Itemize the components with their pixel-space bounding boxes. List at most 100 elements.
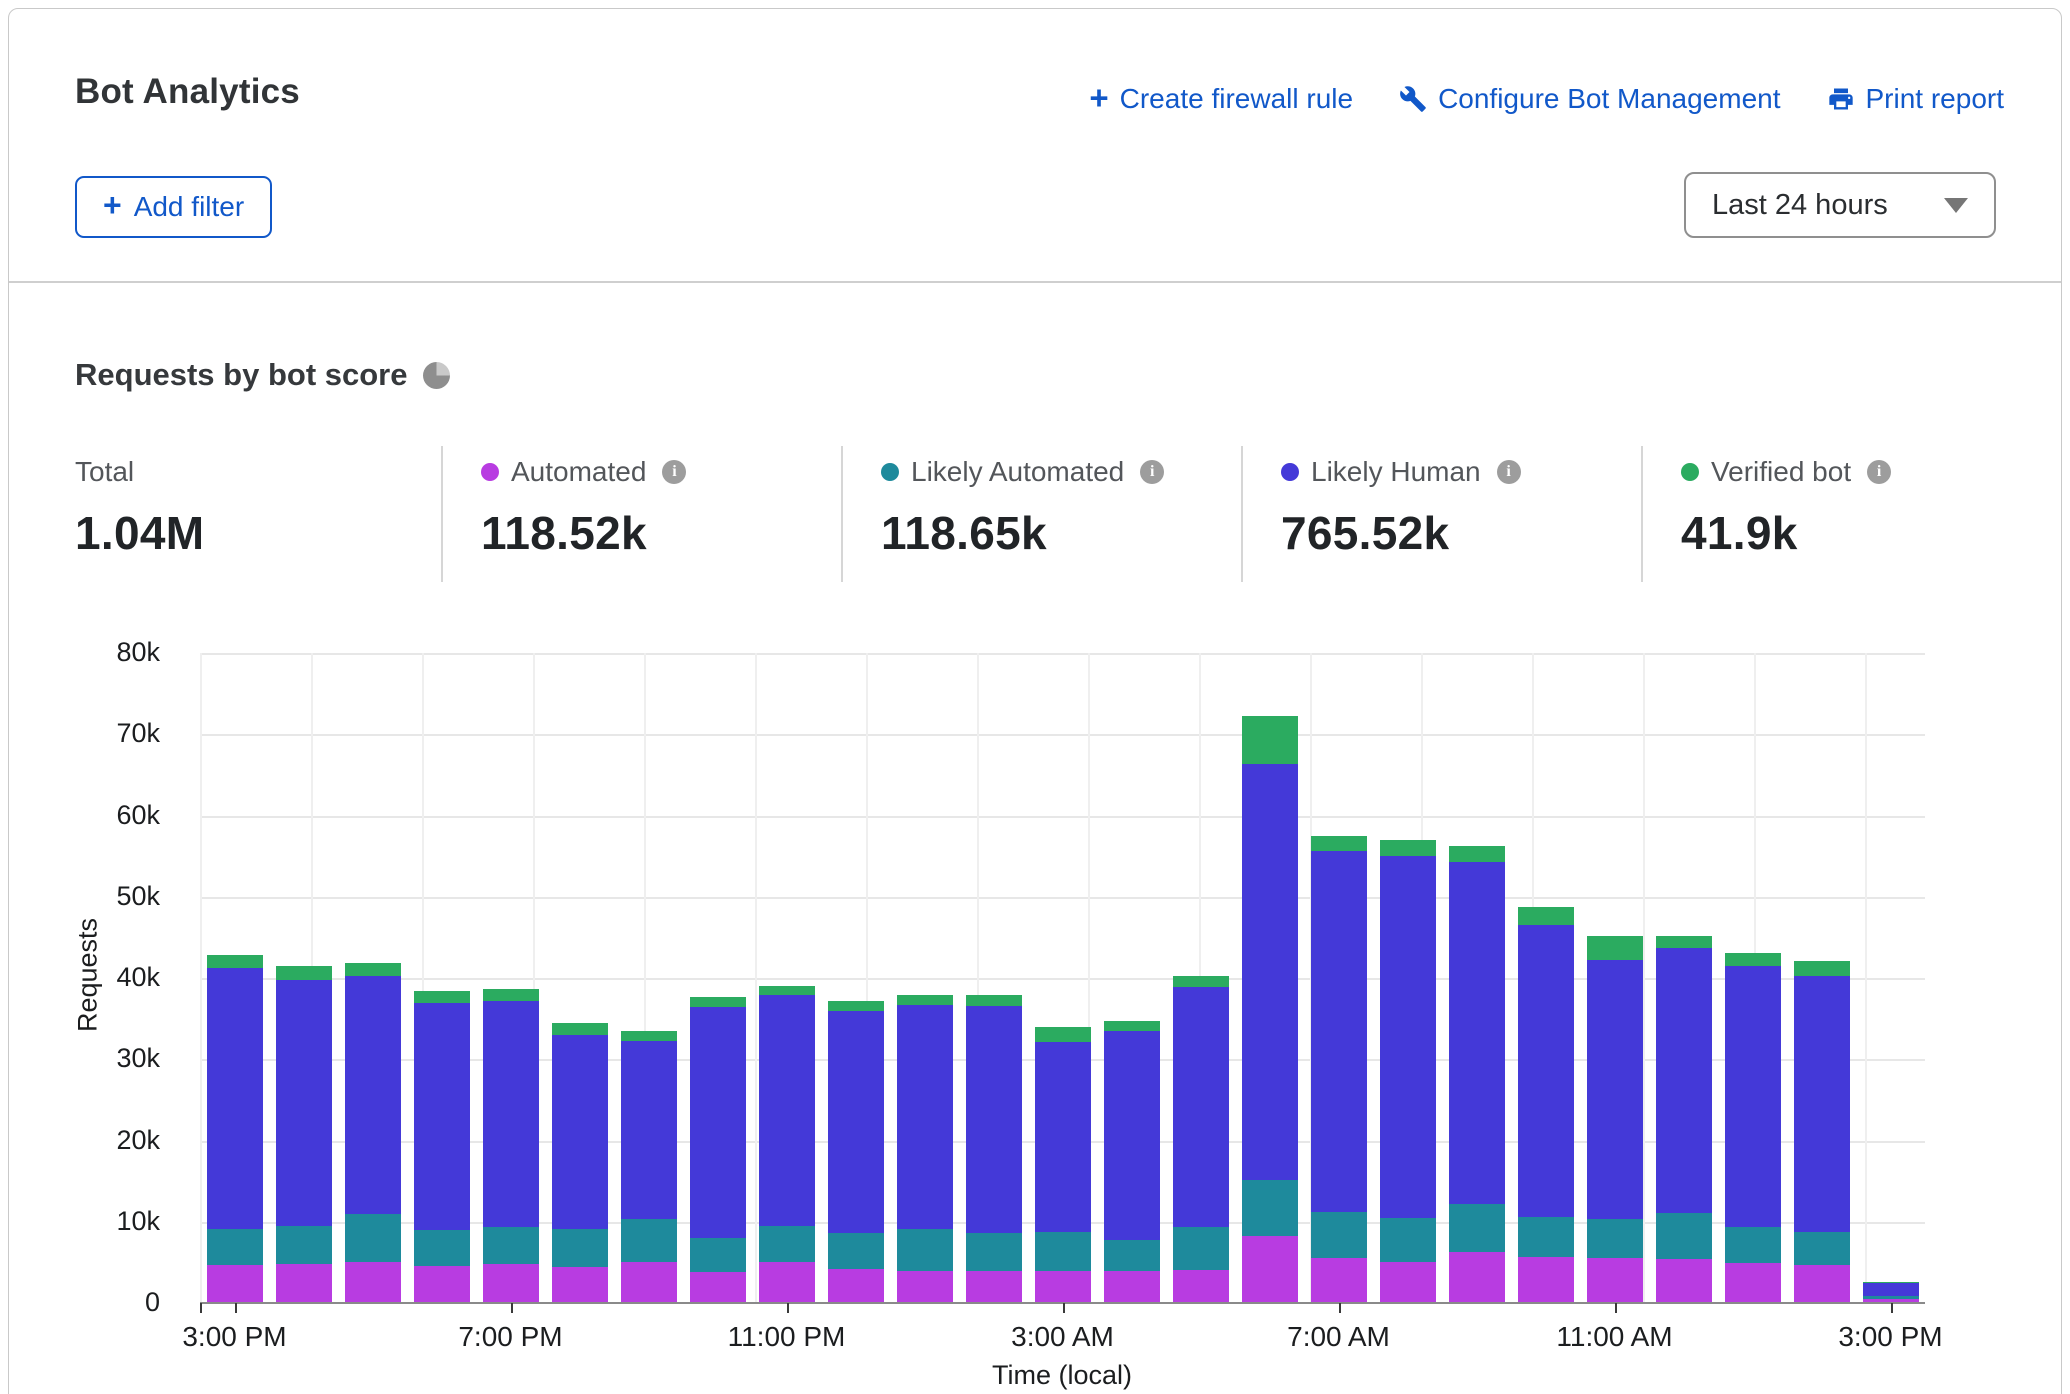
bar-slot xyxy=(545,653,614,1303)
bar-segment-likely-human xyxy=(1587,960,1643,1219)
bar-slot xyxy=(1166,653,1235,1303)
bar-segment-verified-bot xyxy=(966,995,1022,1006)
verified-bot-legend-dot xyxy=(1681,463,1699,481)
stacked-bar-8-00-pm[interactable] xyxy=(552,1023,608,1303)
stacked-bar-3-00-am[interactable] xyxy=(1035,1027,1091,1303)
stats-row: Total 1.04M Automated i 118.52k Likely A… xyxy=(75,446,2021,582)
bar-segment-likely-automated xyxy=(207,1229,263,1265)
info-icon[interactable]: i xyxy=(662,460,686,484)
bar-segment-likely-automated xyxy=(1587,1219,1643,1258)
bar-segment-automated xyxy=(1311,1258,1367,1303)
bar-segment-verified-bot xyxy=(1380,840,1436,856)
bar-slot xyxy=(1718,653,1787,1303)
bar-segment-automated xyxy=(897,1271,953,1303)
stacked-bar-4-00-pm[interactable] xyxy=(276,966,332,1303)
bar-segment-automated xyxy=(1587,1258,1643,1303)
bar-segment-likely-automated xyxy=(1380,1218,1436,1262)
stacked-bar-11-00-pm[interactable] xyxy=(759,986,815,1303)
bar-segment-verified-bot xyxy=(345,963,401,976)
stacked-bar-9-00-am[interactable] xyxy=(1449,846,1505,1303)
bar-segment-likely-automated xyxy=(1449,1204,1505,1252)
bar-segment-verified-bot xyxy=(621,1031,677,1041)
x-tick-mark xyxy=(1615,1303,1617,1313)
bar-segment-likely-human xyxy=(1242,764,1298,1180)
stacked-bar-9-00-pm[interactable] xyxy=(621,1031,677,1303)
bar-segment-verified-bot xyxy=(1035,1027,1091,1042)
time-range-select[interactable]: Last 24 hours xyxy=(1684,172,1996,238)
bar-segment-likely-human xyxy=(1725,966,1781,1228)
y-tick-label: 0 xyxy=(40,1287,160,1318)
section-title: Requests by bot score xyxy=(75,357,407,393)
x-tick-mark xyxy=(787,1303,789,1313)
bar-segment-automated xyxy=(1449,1252,1505,1303)
bar-segment-likely-human xyxy=(1173,987,1229,1228)
stacked-bar-1-00-pm[interactable] xyxy=(1725,953,1781,1303)
bar-segment-automated xyxy=(414,1266,470,1303)
stacked-bar-6-00-am[interactable] xyxy=(1242,716,1298,1303)
stacked-bar-5-00-am[interactable] xyxy=(1173,976,1229,1303)
stat-label: Likely Human xyxy=(1311,456,1481,488)
bar-segment-automated xyxy=(276,1264,332,1303)
bar-slot xyxy=(1304,653,1373,1303)
bar-segment-likely-human xyxy=(966,1006,1022,1234)
bar-segment-likely-automated xyxy=(1656,1213,1712,1259)
bar-segment-likely-human xyxy=(1380,856,1436,1218)
stacked-bar-10-00-pm[interactable] xyxy=(690,997,746,1303)
stacked-bar-6-00-pm[interactable] xyxy=(414,991,470,1303)
x-tick-mark xyxy=(235,1303,237,1313)
bar-segment-likely-automated xyxy=(552,1229,608,1267)
stacked-bar-10-00-am[interactable] xyxy=(1518,907,1574,1303)
stat-likely-human: Likely Human i 765.52k xyxy=(1241,446,1641,582)
bar-segment-likely-human xyxy=(276,980,332,1226)
add-filter-button[interactable]: + Add filter xyxy=(75,176,272,238)
stat-label: Likely Automated xyxy=(911,456,1124,488)
print-report-link[interactable]: Print report xyxy=(1827,83,2005,115)
stacked-bar-1-00-am[interactable] xyxy=(897,995,953,1303)
y-tick-label: 60k xyxy=(40,800,160,831)
create-firewall-rule-link[interactable]: + Create firewall rule xyxy=(1089,82,1353,115)
bar-segment-automated xyxy=(1104,1271,1160,1303)
y-tick-label: 30k xyxy=(40,1043,160,1074)
bar-slot xyxy=(1649,653,1718,1303)
y-tick-label: 70k xyxy=(40,718,160,749)
x-tick-label: 3:00 PM xyxy=(1838,1321,1942,1353)
bar-segment-automated xyxy=(690,1272,746,1303)
bar-slot xyxy=(1373,653,1442,1303)
stacked-bar-3-00-pm[interactable] xyxy=(1863,1282,1919,1303)
bar-slot xyxy=(200,653,269,1303)
stacked-bar-8-00-am[interactable] xyxy=(1380,840,1436,1303)
stacked-bar-5-00-pm[interactable] xyxy=(345,963,401,1303)
bar-segment-verified-bot xyxy=(552,1023,608,1035)
stacked-bar-2-00-pm[interactable] xyxy=(1794,961,1850,1303)
stacked-bar-2-00-am[interactable] xyxy=(966,995,1022,1303)
stat-label: Total xyxy=(75,456,134,488)
bar-segment-likely-human xyxy=(897,1005,953,1229)
stacked-bar-12-00-pm[interactable] xyxy=(1656,936,1712,1303)
y-tick-label: 80k xyxy=(40,637,160,668)
bar-segment-automated xyxy=(759,1262,815,1303)
stacked-bar-11-00-am[interactable] xyxy=(1587,936,1643,1303)
bar-segment-likely-human xyxy=(552,1035,608,1229)
x-tick-label: 7:00 PM xyxy=(458,1321,562,1353)
bar-segment-automated xyxy=(483,1264,539,1303)
info-icon[interactable]: i xyxy=(1140,460,1164,484)
stacked-bar-12-00-am[interactable] xyxy=(828,1001,884,1303)
bar-segment-likely-human xyxy=(828,1011,884,1233)
x-axis-title: Time (local) xyxy=(992,1360,1132,1391)
bar-segment-verified-bot xyxy=(207,955,263,968)
configure-bot-management-link[interactable]: Configure Bot Management xyxy=(1399,83,1780,115)
bar-segment-likely-automated xyxy=(1725,1227,1781,1263)
bar-segment-likely-automated xyxy=(414,1230,470,1267)
bar-segment-automated xyxy=(1173,1270,1229,1303)
bar-segment-likely-human xyxy=(414,1003,470,1230)
bar-segment-automated xyxy=(1380,1262,1436,1303)
bar-segment-automated xyxy=(621,1262,677,1303)
stacked-bar-4-00-am[interactable] xyxy=(1104,1021,1160,1303)
info-icon[interactable]: i xyxy=(1867,460,1891,484)
automated-legend-dot xyxy=(481,463,499,481)
bar-segment-likely-human xyxy=(483,1001,539,1227)
stacked-bar-3-00-pm[interactable] xyxy=(207,955,263,1303)
info-icon[interactable]: i xyxy=(1497,460,1521,484)
stacked-bar-7-00-pm[interactable] xyxy=(483,989,539,1303)
stacked-bar-7-00-am[interactable] xyxy=(1311,836,1367,1303)
